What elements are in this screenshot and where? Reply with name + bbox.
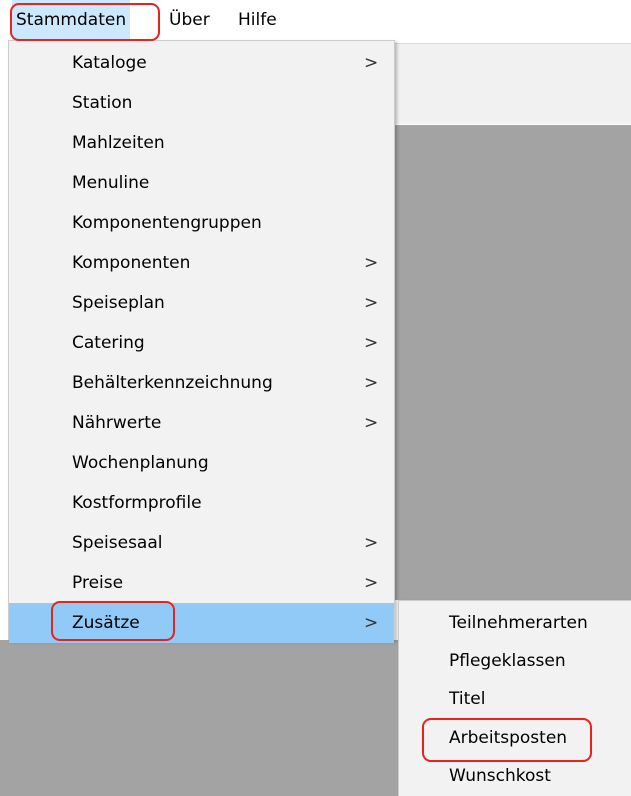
submenu-item-pflegeklassen[interactable]: Pflegeklassen: [399, 642, 631, 680]
chevron-right-icon: >: [364, 293, 379, 313]
menu-item-label: Menuline: [72, 173, 150, 193]
menu-item-speiseplan[interactable]: Speiseplan >: [9, 283, 394, 323]
submenu-item-label: Teilnehmerarten: [449, 613, 588, 633]
menu-item-label: Preise: [72, 573, 124, 593]
menu-item-behaelterkennzeichnung[interactable]: Behälterkennzeichnung >: [9, 363, 394, 403]
stammdaten-dropdown: Kataloge > Station Mahlzeiten Menuline K…: [8, 40, 395, 643]
menu-item-label: Catering: [72, 333, 145, 353]
submenu-item-wunschkost[interactable]: Wunschkost: [399, 757, 631, 795]
toolbar-area: [395, 43, 631, 124]
workspace-area-bottom: [0, 640, 398, 796]
menu-item-label: Komponentengruppen: [72, 213, 262, 233]
menu-item-speisesaal[interactable]: Speisesaal >: [9, 523, 394, 563]
chevron-right-icon: >: [364, 333, 379, 353]
workspace-area: [395, 125, 631, 600]
menu-item-komponenten[interactable]: Komponenten >: [9, 243, 394, 283]
chevron-right-icon: >: [364, 413, 379, 433]
chevron-right-icon: >: [364, 253, 379, 273]
chevron-right-icon: >: [364, 53, 379, 73]
submenu-item-arbeitsposten[interactable]: Arbeitsposten: [399, 719, 631, 757]
menu-item-label: Wochenplanung: [72, 453, 209, 473]
menu-ueber[interactable]: Über: [169, 0, 210, 40]
menu-item-label: Zusätze: [72, 613, 140, 633]
menu-item-label: Speisesaal: [72, 533, 163, 553]
submenu-item-label: Wunschkost: [449, 766, 551, 786]
chevron-right-icon: >: [364, 373, 379, 393]
menu-item-label: Station: [72, 93, 133, 113]
menu-item-label: Nährwerte: [72, 413, 162, 433]
menu-item-kostformprofile[interactable]: Kostformprofile: [9, 483, 394, 523]
chevron-right-icon: >: [364, 573, 379, 593]
submenu-item-teilnehmerarten[interactable]: Teilnehmerarten: [399, 604, 631, 642]
menu-item-wochenplanung[interactable]: Wochenplanung: [9, 443, 394, 483]
menu-bar: Stammdaten Über Hilfe: [0, 0, 631, 40]
submenu-item-label: Pflegeklassen: [449, 651, 566, 671]
submenu-item-label: Arbeitsposten: [449, 728, 568, 748]
menu-item-label: Komponenten: [72, 253, 191, 273]
menu-item-preise[interactable]: Preise >: [9, 563, 394, 603]
submenu-item-label: Titel: [449, 689, 486, 709]
menu-item-mahlzeiten[interactable]: Mahlzeiten: [9, 123, 394, 163]
menu-item-zusaetze[interactable]: Zusätze >: [9, 603, 394, 643]
chevron-right-icon: >: [364, 613, 379, 633]
menu-item-label: Behälterkennzeichnung: [72, 373, 273, 393]
menu-item-menuline[interactable]: Menuline: [9, 163, 394, 203]
submenu-item-titel[interactable]: Titel: [399, 680, 631, 718]
menu-item-label: Kataloge: [72, 53, 147, 73]
menu-item-naehrwerte[interactable]: Nährwerte >: [9, 403, 394, 443]
zusaetze-submenu: Teilnehmerarten Pflegeklassen Titel Arbe…: [398, 600, 631, 796]
menu-item-label: Kostformprofile: [72, 493, 202, 513]
menu-item-catering[interactable]: Catering >: [9, 323, 394, 363]
menu-hilfe[interactable]: Hilfe: [238, 0, 277, 40]
menu-item-komponentengruppen[interactable]: Komponentengruppen: [9, 203, 394, 243]
menu-stammdaten[interactable]: Stammdaten: [12, 0, 131, 40]
menu-item-station[interactable]: Station: [9, 83, 394, 123]
menu-item-label: Mahlzeiten: [72, 133, 165, 153]
menu-item-kataloge[interactable]: Kataloge >: [9, 43, 394, 83]
chevron-right-icon: >: [364, 533, 379, 553]
menu-item-label: Speiseplan: [72, 293, 165, 313]
